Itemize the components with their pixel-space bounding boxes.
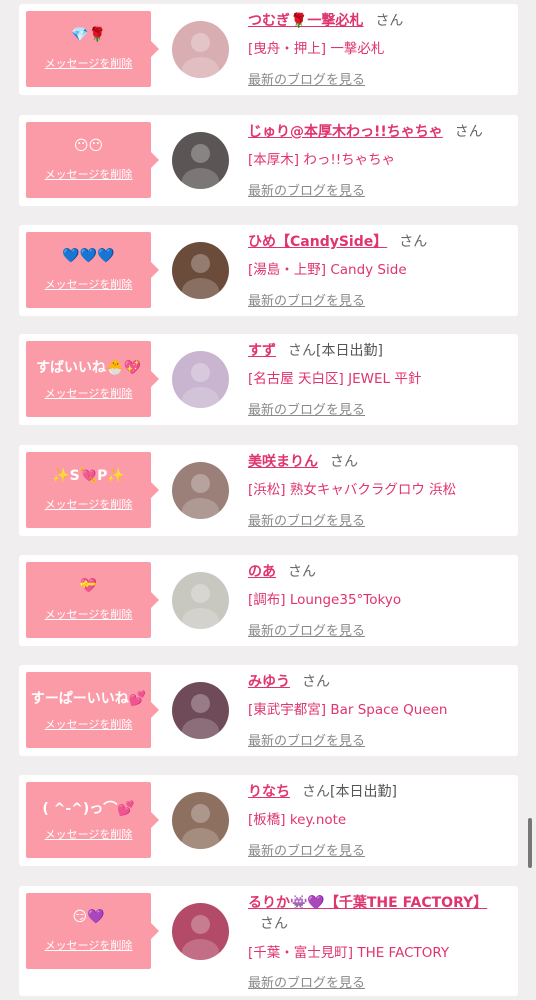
profile-name-link[interactable]: すず [248, 343, 276, 359]
name-line: じゅり@本厚木わっ!!ちゃちゃ さん [248, 122, 510, 143]
message-text: 😏💜 [72, 909, 105, 925]
honorific: さん [288, 564, 316, 580]
message-bubble: 💝 メッセージを削除 [26, 562, 159, 638]
message-card: 😏💜 メッセージを削除 るりか👾💜【千葉THE FACTORY】さん [千葉・富士見町… [19, 886, 518, 996]
honorific: さん [302, 784, 330, 800]
shop-info: [東武宇都宮] Bar Space Queen [248, 702, 448, 718]
honorific: さん [375, 13, 404, 29]
delete-message-link[interactable]: メッセージを削除 [26, 606, 151, 622]
honorific: さん [288, 343, 316, 359]
latest-blog-link[interactable]: 最新のブログを見る [248, 180, 365, 199]
latest-blog-link[interactable]: 最新のブログを見る [248, 730, 365, 749]
attendance-status: [本日出勤] [316, 343, 383, 359]
avatar[interactable] [172, 462, 229, 519]
message-bubble: 😏💜 メッセージを削除 [26, 893, 159, 969]
avatar[interactable] [172, 21, 229, 78]
delete-message-link[interactable]: メッセージを削除 [26, 385, 151, 401]
name-line: つむぎ🌹一撃必札 さん [248, 11, 510, 32]
name-line: りなち さん[本日出勤] [248, 782, 510, 803]
latest-blog-link[interactable]: 最新のブログを見る [248, 840, 365, 859]
honorific: さん [330, 454, 358, 470]
message-text: ( ^-^)っ⌒💕 [42, 801, 135, 817]
avatar[interactable] [172, 242, 229, 299]
profile-name-link[interactable]: ひめ【CandySide】 [248, 234, 387, 250]
message-card: 💎🌹 メッセージを削除 つむぎ🌹一撃必札 さん [曳舟・押上] 一撃必札 最新のブログを見… [19, 4, 518, 95]
latest-blog-link[interactable]: 最新のブログを見る [248, 290, 365, 309]
profile-name-link[interactable]: つむぎ🌹一撃必札 [248, 13, 363, 29]
message-card: すーぱーいいね💕 メッセージを削除 みゆう さん [東武宇都宮] Bar Space Q… [19, 665, 518, 756]
latest-blog-link[interactable]: 最新のブログを見る [248, 510, 365, 529]
message-card: 💙💙💙 メッセージを削除 ひめ【CandySide】 さん [湯島・上野] Candy … [19, 225, 518, 316]
profile-name-link[interactable]: みゆう [248, 674, 290, 690]
latest-blog-link[interactable]: 最新のブログを見る [248, 69, 365, 88]
delete-message-link[interactable]: メッセージを削除 [26, 716, 151, 732]
honorific: さん [454, 124, 483, 140]
message-card: 😶😶 メッセージを削除 じゅり@本厚木わっ!!ちゃちゃ さん [本厚木] わっ!!ちゃち… [19, 115, 518, 206]
avatar[interactable] [172, 132, 229, 189]
message-text: すばいいね🐣💖 [36, 360, 141, 376]
delete-message-link[interactable]: メッセージを削除 [26, 166, 151, 182]
attendance-status: [本日出勤] [330, 784, 397, 800]
message-text: すーぱーいいね💕 [30, 691, 147, 707]
profile-name-link[interactable]: るりか👾💜【千葉THE FACTORY】 [248, 895, 487, 911]
message-text: 😶😶 [73, 138, 104, 154]
shop-info: [名古屋 天白区] JEWEL 平針 [248, 371, 422, 387]
avatar[interactable] [172, 351, 229, 408]
delete-message-link[interactable]: メッセージを削除 [26, 826, 151, 842]
message-bubble: ( ^-^)っ⌒💕 メッセージを削除 [26, 782, 159, 858]
latest-blog-link[interactable]: 最新のブログを見る [248, 972, 365, 991]
message-text: 💙💙💙 [62, 248, 115, 264]
scrollbar[interactable] [528, 818, 532, 868]
name-line: ひめ【CandySide】 さん [248, 232, 510, 253]
profile-name-link[interactable]: じゅり@本厚木わっ!!ちゃちゃ [248, 124, 443, 140]
name-line: みゆう さん [248, 672, 510, 693]
name-line: すず さん[本日出勤] [248, 341, 510, 362]
avatar[interactable] [172, 682, 229, 739]
message-card: ( ^-^)っ⌒💕 メッセージを削除 りなち さん[本日出勤] [板橋] key.not… [19, 775, 518, 866]
profile-name-link[interactable]: 美咲まりん [248, 454, 318, 470]
honorific: さん [260, 916, 288, 932]
shop-info: [板橋] key.note [248, 812, 347, 828]
name-line: 美咲まりん さん [248, 452, 510, 473]
message-text: 💎🌹 [71, 27, 106, 43]
avatar[interactable] [172, 572, 229, 629]
delete-message-link[interactable]: メッセージを削除 [26, 276, 151, 292]
message-bubble: 😶😶 メッセージを削除 [26, 122, 159, 198]
message-card: 💝 メッセージを削除 のあ さん [調布] Lounge35°Tokyo 最新のブログを見… [19, 555, 518, 646]
shop-info: [浜松] 熟女キャバクラグロウ 浜松 [248, 482, 457, 498]
name-line: のあ さん [248, 562, 510, 583]
message-card: すばいいね🐣💖 メッセージを削除 すず さん[本日出勤] [名古屋 天白区] JEWEL… [19, 334, 518, 425]
delete-message-link[interactable]: メッセージを削除 [26, 937, 151, 953]
latest-blog-link[interactable]: 最新のブログを見る [248, 399, 365, 418]
message-card: ✨S💘P✨ メッセージを削除 美咲まりん さん [浜松] 熟女キャバクラグロウ 浜松 最新… [19, 445, 518, 536]
message-bubble: 💙💙💙 メッセージを削除 [26, 232, 159, 308]
honorific: さん [399, 234, 428, 250]
message-list: 💎🌹 メッセージを削除 つむぎ🌹一撃必札 さん [曳舟・押上] 一撃必札 最新のブログを見… [0, 0, 536, 1000]
delete-message-link[interactable]: メッセージを削除 [26, 496, 151, 512]
honorific: さん [302, 674, 330, 690]
shop-info: [本厚木] わっ!!ちゃちゃ [248, 152, 396, 168]
avatar[interactable] [172, 903, 229, 960]
message-bubble: 💎🌹 メッセージを削除 [26, 11, 159, 87]
avatar[interactable] [172, 792, 229, 849]
message-bubble: ✨S💘P✨ メッセージを削除 [26, 452, 159, 528]
shop-info: [調布] Lounge35°Tokyo [248, 592, 402, 608]
shop-info: [湯島・上野] Candy Side [248, 262, 407, 278]
name-line: るりか👾💜【千葉THE FACTORY】さん [248, 893, 510, 935]
shop-info: [千葉・富士見町] THE FACTORY [248, 945, 450, 961]
latest-blog-link[interactable]: 最新のブログを見る [248, 620, 365, 639]
shop-info: [曳舟・押上] 一撃必札 [248, 41, 385, 57]
message-bubble: すばいいね🐣💖 メッセージを削除 [26, 341, 159, 417]
delete-message-link[interactable]: メッセージを削除 [26, 55, 151, 71]
profile-name-link[interactable]: りなち [248, 784, 290, 800]
message-text: ✨S💘P✨ [52, 468, 125, 484]
message-bubble: すーぱーいいね💕 メッセージを削除 [26, 672, 159, 748]
profile-name-link[interactable]: のあ [248, 564, 276, 580]
message-text: 💝 [79, 578, 98, 594]
